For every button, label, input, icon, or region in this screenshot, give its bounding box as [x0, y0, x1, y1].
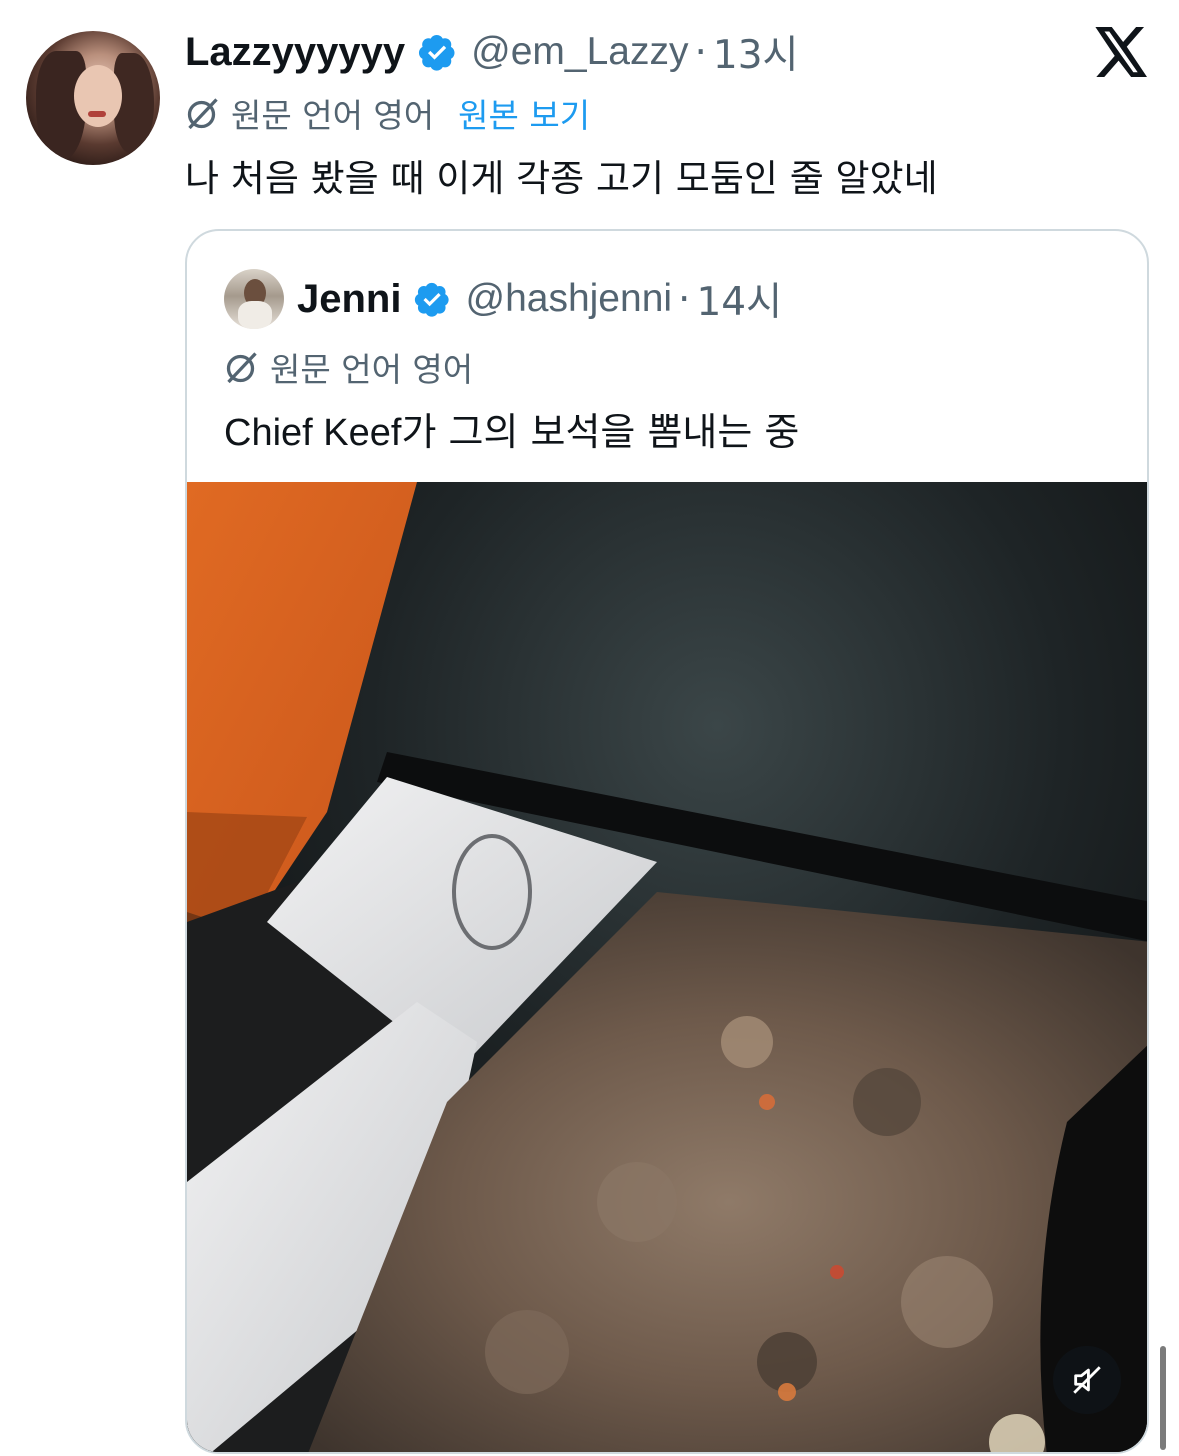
author-handle[interactable]: @em_Lazzy [471, 30, 688, 74]
verified-badge-icon [419, 35, 455, 71]
quoted-post-time[interactable]: 14시 [696, 271, 782, 327]
avatar-body [238, 301, 272, 329]
quoted-author-handle[interactable]: @hashjenni [465, 277, 672, 321]
show-original-link[interactable]: 원본 보기 [458, 89, 590, 137]
avatar-lips [88, 111, 106, 117]
quoted-post-text: Chief Keef가 그의 보석을 뽐내는 중 [224, 401, 799, 456]
quoted-translation-note-row: 원문 언어 영어 [224, 341, 473, 393]
x-logo-icon[interactable] [1094, 27, 1150, 77]
video-frame [187, 482, 1147, 1452]
verified-badge-icon [415, 282, 450, 317]
quoted-author-name[interactable]: Jenni [297, 277, 401, 322]
translation-note-row: 원문 언어 영어 원본 보기 [185, 87, 590, 139]
post-text: 나 처음 봤을 때 이게 각종 고기 모둠인 줄 알았네 [185, 157, 938, 200]
author-avatar[interactable] [26, 31, 160, 165]
separator-dot: · [678, 276, 691, 322]
post-time[interactable]: 13시 [713, 24, 799, 80]
quoted-post-card[interactable]: Jenni @hashjenni · 14시 원문 언어 영어 Chief Ke… [185, 229, 1149, 1454]
scrollbar[interactable] [1160, 1346, 1166, 1450]
mute-button[interactable] [1053, 1346, 1121, 1414]
post-header: Lazzyyyyyy @em_Lazzy · 13시 [185, 22, 798, 82]
quoted-translation-note: 원문 언어 영어 [270, 350, 474, 389]
avatar-face [74, 65, 122, 127]
quoted-post-header: Jenni @hashjenni · 14시 [297, 269, 782, 329]
tweet-screenshot: Lazzyyyyyy @em_Lazzy · 13시 원문 언어 영어 원본 보… [0, 0, 1179, 1456]
muted-speaker-icon [1073, 1366, 1101, 1394]
quoted-author-avatar[interactable] [224, 269, 284, 329]
author-name[interactable]: Lazzyyyyyy [185, 30, 405, 75]
translate-icon [226, 352, 257, 384]
translation-note: 원문 언어 영어 [231, 96, 435, 135]
translate-icon [187, 98, 218, 130]
quoted-text-name: Chief Keef [224, 412, 402, 454]
video-thumbnail[interactable] [187, 482, 1147, 1452]
quoted-text-rest: 가 그의 보석을 뽐내는 중 [401, 410, 800, 454]
separator-dot: · [694, 29, 707, 75]
